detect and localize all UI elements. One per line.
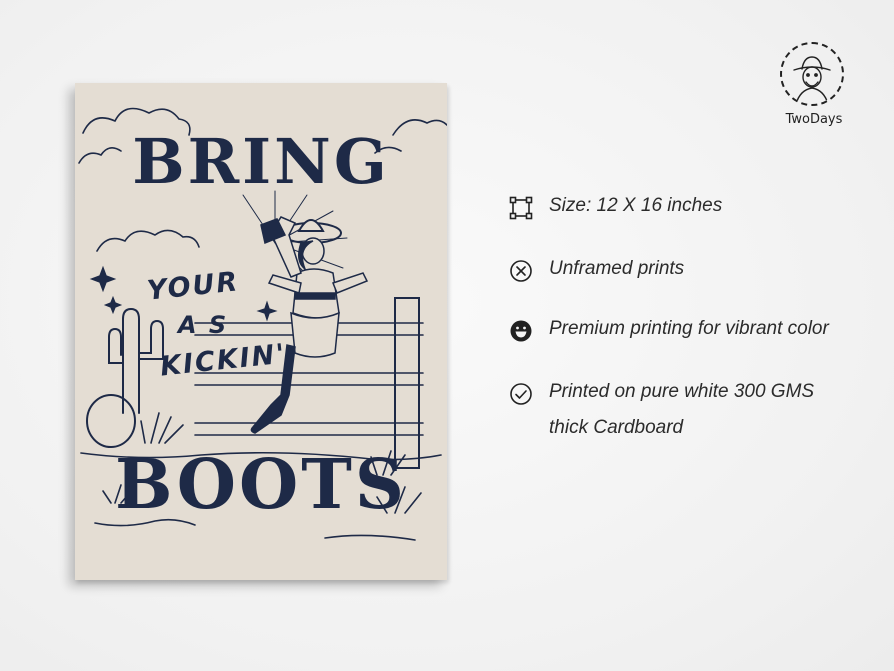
product-image: BRING YOUR A S KICKIN' BOOTS TwoDays Siz… [0,0,894,671]
logo-badge [780,42,844,106]
poster-headline-bottom: BOOTS [115,445,407,525]
feature-unframed: Unframed prints [508,256,684,287]
brand-name: TwoDays [785,112,843,127]
poster: BRING YOUR A S KICKIN' BOOTS [75,83,447,580]
feature-text: Printed on pure white 300 GMS thick Card… [549,381,815,438]
feature-text: Unframed prints [549,258,685,279]
poster-headline-top: BRING [132,125,390,198]
smiley-icon [508,318,534,344]
feature-material: Printed on pure white 300 GMS thick Card… [508,379,849,446]
feature-text: Premium printing for vibrant color [549,318,829,339]
feature-printing: Premium printing for vibrant color [508,316,829,347]
poster-script-line-2: A S [178,311,229,339]
frame-corners-icon [508,195,534,221]
feature-size: Size: 12 X 16 inches [508,193,722,224]
feature-text: Size: 12 X 16 inches [549,195,723,216]
circle-x-icon [508,258,534,284]
cowboy-portrait-icon [793,56,831,104]
circle-check-icon [508,381,534,407]
brand-logo: TwoDays [780,42,848,127]
